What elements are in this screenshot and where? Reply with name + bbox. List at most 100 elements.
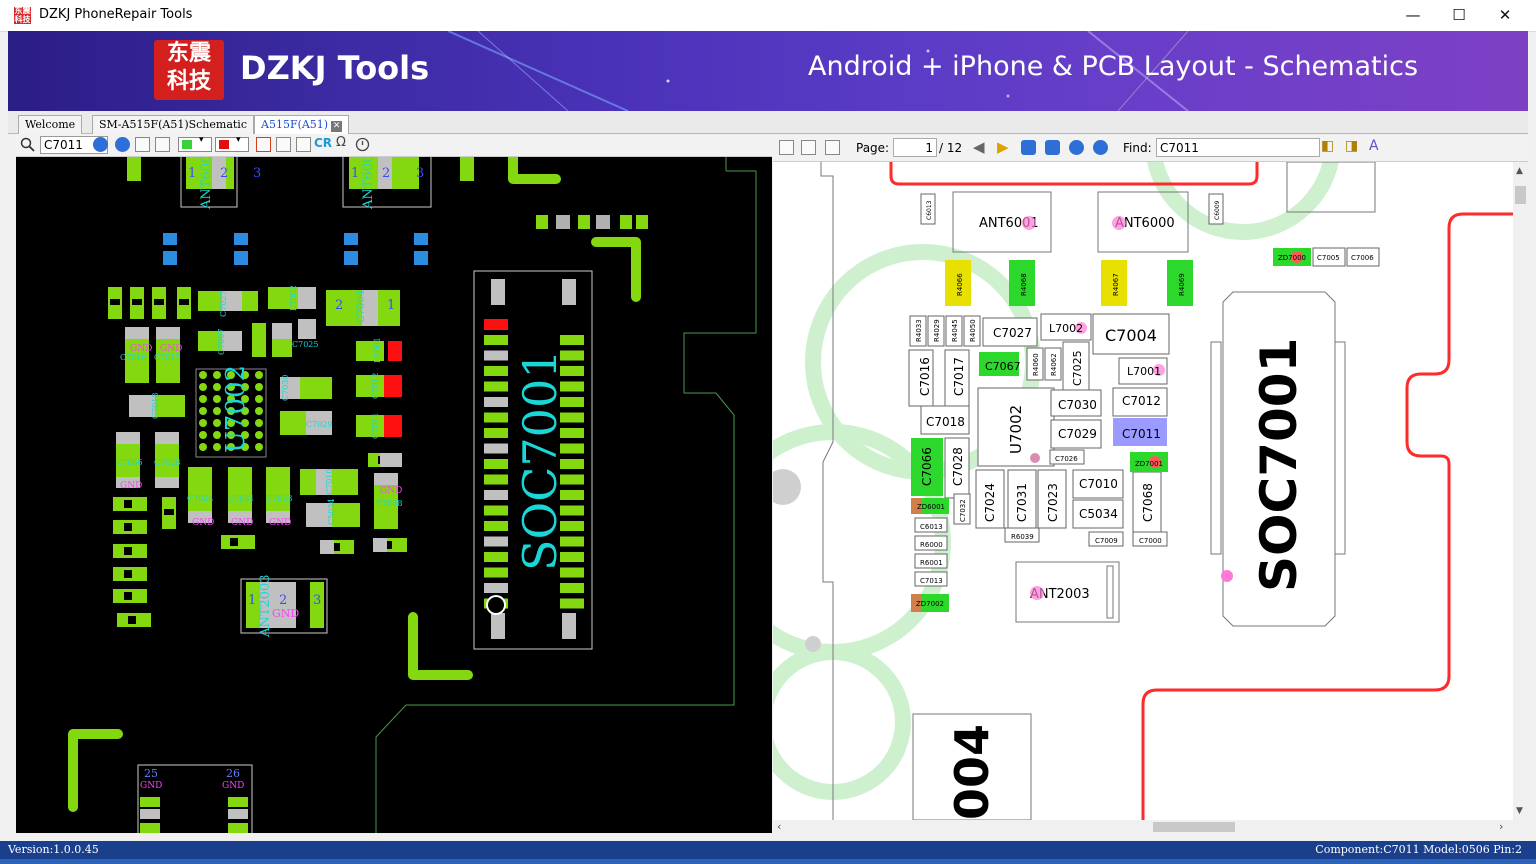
c7032-label: C7032 xyxy=(959,499,967,522)
soc-pin-pad xyxy=(484,536,508,547)
paste-icon[interactable] xyxy=(155,137,170,152)
next-page-icon[interactable]: ▶ xyxy=(997,138,1009,156)
c7010-label: C7010 xyxy=(1079,477,1118,491)
c7066-label: C7066 xyxy=(116,458,142,467)
banner-logo: 东震 科技 xyxy=(154,40,224,100)
soc-pin-pad xyxy=(484,335,508,345)
document-tabs: Welcome SM-A515F(A51)Schematic A515F(A51… xyxy=(8,111,1528,134)
scroll-down-icon[interactable]: ▼ xyxy=(1516,806,1523,816)
horizontal-scroll-thumb[interactable] xyxy=(1153,822,1235,832)
find-next-icon[interactable]: ◨ xyxy=(1345,138,1358,154)
soc-pin-pad xyxy=(484,459,508,469)
c7024-label: C7024 xyxy=(187,494,213,503)
taskbar-strip xyxy=(0,859,1536,864)
u7002-label: U7002 xyxy=(1007,405,1025,454)
c5034-label: C5034 xyxy=(1079,507,1118,521)
search-icon[interactable] xyxy=(20,137,36,153)
soc-pin-pad xyxy=(484,505,508,516)
schematic-canvas[interactable]: ANT6001 ANT6000 ANT2003 SOC7001 004 R406… xyxy=(773,162,1513,820)
close-button[interactable]: ✕ xyxy=(1482,0,1528,31)
r4045-label: R4045 xyxy=(951,319,959,342)
schematic-toolbar: Page: / 12 ◀ ▶ Find: ◧ ◨ A xyxy=(773,134,1528,162)
tab-close-icon[interactable]: ✕ xyxy=(331,121,343,132)
r4050-label: R4050 xyxy=(969,319,977,342)
ohm-button[interactable]: Ω xyxy=(336,135,346,150)
gnd-label: GND xyxy=(160,344,182,354)
pin-3-label: 3 xyxy=(313,593,321,608)
bga-ball xyxy=(213,419,221,427)
schematic-view[interactable]: ANT6001 ANT6000 ANT2003 SOC7001 004 R406… xyxy=(773,162,1513,820)
highlight-icon[interactable]: A xyxy=(1369,138,1379,154)
zoom-out-icon[interactable] xyxy=(115,137,130,152)
pin-2-label: 2 xyxy=(220,166,228,181)
bga-ball xyxy=(213,395,221,403)
mirror-icon[interactable] xyxy=(256,137,271,152)
bga-ball xyxy=(213,443,221,451)
zoom-in-icon[interactable] xyxy=(1093,140,1108,155)
cr-button[interactable]: CR xyxy=(314,136,332,150)
text-icon[interactable] xyxy=(276,137,291,152)
maximize-icon: ☐ xyxy=(1452,6,1466,24)
scroll-right-icon[interactable]: › xyxy=(1499,820,1503,833)
soc-pin-pad xyxy=(484,381,508,392)
scroll-left-icon[interactable]: ‹ xyxy=(777,820,781,833)
pin-26-label: 26 xyxy=(226,767,240,780)
zoom-out-icon[interactable] xyxy=(1069,140,1084,155)
page-total: / 12 xyxy=(939,141,963,155)
scroll-up-icon[interactable]: ▲ xyxy=(1516,166,1523,176)
prev-page-icon[interactable]: ◀ xyxy=(973,138,985,156)
find-input[interactable] xyxy=(1156,138,1320,157)
vertical-scroll-thumb[interactable] xyxy=(1515,186,1526,204)
soc-pin-pad xyxy=(484,583,508,593)
zd7001-label: ZD7001 xyxy=(1135,460,1163,468)
r4069-label: R4069 xyxy=(1178,273,1186,296)
minimize-icon: — xyxy=(1405,6,1421,24)
green-swatch xyxy=(182,140,192,149)
pin-2-label: 2 xyxy=(382,166,390,181)
horizontal-scrollbar[interactable]: ‹ › xyxy=(773,820,1513,834)
r4068-label: R4068 xyxy=(1020,273,1028,296)
reset-icon[interactable] xyxy=(355,137,370,152)
fit-page-icon[interactable] xyxy=(1045,140,1060,155)
c7067-label: C7067 xyxy=(217,329,226,355)
gnd-label: GND xyxy=(380,486,402,496)
l7001-label: L7001 xyxy=(1127,365,1161,378)
c7068-label: C7068 xyxy=(1141,483,1155,522)
copy-icon[interactable] xyxy=(135,137,150,152)
find-prev-icon[interactable]: ◧ xyxy=(1321,138,1334,154)
soc-pin-pad xyxy=(484,521,508,531)
gnd-label: GND xyxy=(130,344,152,354)
c7018-label: C7018 xyxy=(926,415,965,429)
zoom-in-icon[interactable] xyxy=(93,137,108,152)
paste-icon[interactable] xyxy=(825,140,840,155)
r6001-label: R6001 xyxy=(920,559,943,567)
bga-ball xyxy=(255,407,263,415)
c7030-label: C7030 xyxy=(1058,398,1097,412)
banner-brand: DZKJ Tools xyxy=(240,49,430,87)
pcb-layout-view[interactable]: 27 28 GND GND 1 2 3 ANT600 1 2 3 xyxy=(16,157,772,833)
c7018-label: C7018 xyxy=(151,393,160,419)
pcb-canvas[interactable]: 27 28 GND GND 1 2 3 ANT600 1 2 3 xyxy=(16,157,772,833)
gnd-label: GND xyxy=(272,607,299,620)
pin-25-label: 25 xyxy=(144,767,158,780)
app-banner: 东震 科技 DZKJ Tools Android + iPhone & PCB L… xyxy=(8,31,1528,111)
vertical-scrollbar[interactable]: ▲ ▼ xyxy=(1513,162,1528,820)
minimize-button[interactable]: — xyxy=(1390,0,1436,31)
highlight-color-picker[interactable]: ▾ xyxy=(215,135,249,152)
tab-schematic[interactable]: SM-A515F(A51)Schematic xyxy=(92,115,254,134)
c7025-label: C7025 xyxy=(292,340,318,349)
c7004-label: C7004 xyxy=(1105,326,1157,345)
tab-layout[interactable]: A515F(A51) ✕ xyxy=(254,115,350,134)
page-input[interactable] xyxy=(893,138,937,157)
open-icon[interactable] xyxy=(779,140,794,155)
tab-welcome[interactable]: Welcome xyxy=(18,115,83,134)
bga-ball xyxy=(255,443,263,451)
copy-icon[interactable] xyxy=(801,140,816,155)
maximize-button[interactable]: ☐ xyxy=(1436,0,1482,31)
pad-color-picker[interactable]: ▾ xyxy=(178,135,212,152)
bga-ball xyxy=(213,383,221,391)
fit-width-icon[interactable] xyxy=(1021,140,1036,155)
bga-ball xyxy=(255,383,263,391)
layers-icon[interactable] xyxy=(296,137,311,152)
bga-ball xyxy=(199,383,207,391)
